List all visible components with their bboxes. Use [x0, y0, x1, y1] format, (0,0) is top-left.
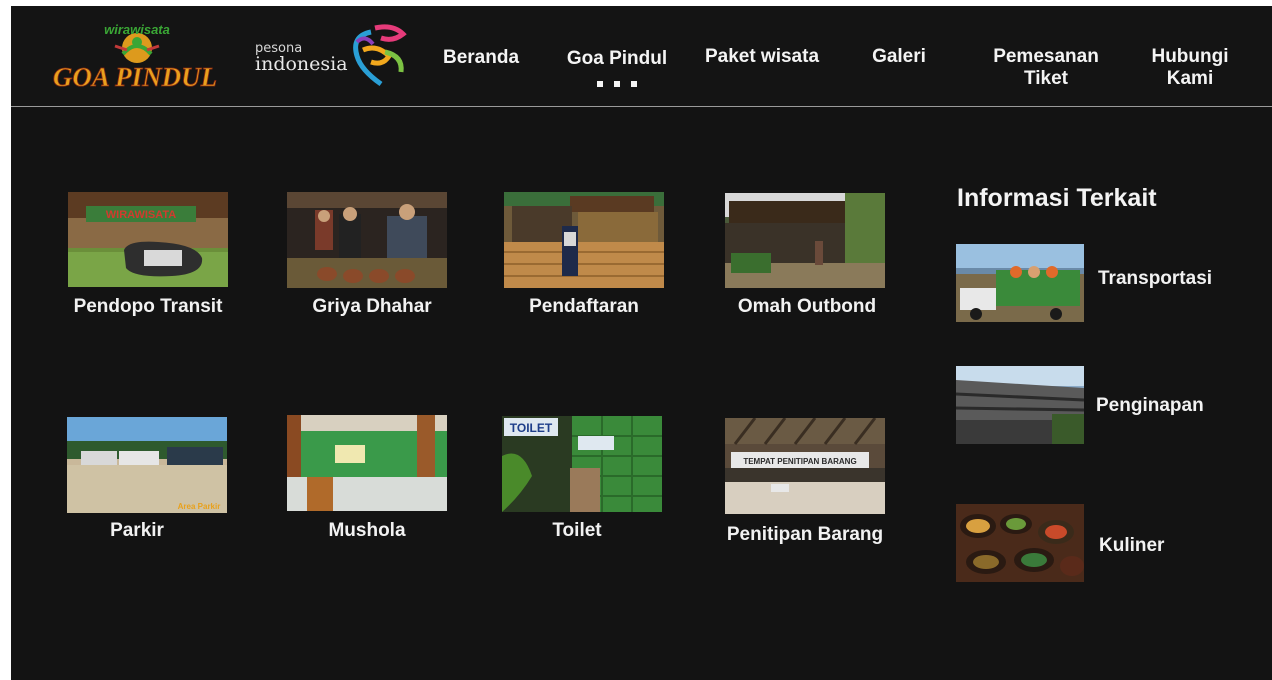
- pendopo-transit-image: WIRAWISATA: [68, 192, 228, 287]
- pendaftaran-image: [504, 192, 664, 288]
- pendopo-transit-photo[interactable]: WIRAWISATA: [68, 192, 228, 287]
- page-frame: wirawisata GOA PINDUL pesona indonesia B…: [11, 6, 1272, 680]
- omah-outbond-image: [725, 193, 885, 288]
- facility-label[interactable]: Griya Dhahar: [287, 296, 457, 318]
- penginapan-photo[interactable]: [956, 366, 1084, 444]
- parkir-photo[interactable]: Area Parkir: [67, 417, 227, 513]
- penitipan-sign-text: TEMPAT PENITIPAN BARANG: [743, 457, 856, 466]
- transportasi-image: [956, 244, 1084, 322]
- nav-hubungi-kami[interactable]: Hubungi Kami: [1135, 46, 1245, 90]
- nav-paket-wisata[interactable]: Paket wisata: [687, 46, 837, 68]
- pesona-indonesia-logo: pesona indonesia: [253, 22, 413, 88]
- logo-main-text: GOA PINDUL: [53, 62, 217, 92]
- mushola-photo[interactable]: [287, 415, 447, 511]
- nav-pemesanan-tiket[interactable]: Pemesanan Tiket: [971, 46, 1121, 90]
- nav-galeri[interactable]: Galeri: [859, 46, 939, 68]
- griya-dhahar-image: [287, 192, 447, 288]
- toilet-sign-text: TOILET: [510, 421, 553, 435]
- active-nav-indicator: [597, 81, 637, 89]
- penginapan-image: [956, 366, 1084, 444]
- facility-label[interactable]: Toilet: [502, 520, 652, 542]
- nav-goa-pindul[interactable]: Goa Pindul: [549, 48, 685, 70]
- facility-label[interactable]: Omah Outbond: [719, 296, 895, 318]
- facility-label[interactable]: Penitipan Barang: [717, 524, 893, 546]
- toilet-photo[interactable]: TOILET: [502, 416, 662, 512]
- kuliner-photo[interactable]: [956, 504, 1084, 582]
- griya-dhahar-photo[interactable]: [287, 192, 447, 288]
- related-item-label[interactable]: Kuliner: [1099, 535, 1164, 557]
- site-header: wirawisata GOA PINDUL pesona indonesia B…: [11, 6, 1272, 107]
- logo-top-text: wirawisata: [104, 22, 170, 37]
- facility-label[interactable]: Mushola: [287, 520, 447, 542]
- parkir-image: Area Parkir: [67, 417, 227, 513]
- goa-pindul-logo[interactable]: wirawisata GOA PINDUL: [51, 20, 221, 92]
- transportasi-photo[interactable]: [956, 244, 1084, 322]
- indonesia-text: indonesia: [255, 53, 348, 75]
- facility-label[interactable]: Parkir: [67, 520, 207, 542]
- facility-label[interactable]: Pendaftaran: [501, 296, 667, 318]
- related-info-title: Informasi Terkait: [957, 184, 1157, 212]
- kuliner-image: [956, 504, 1084, 582]
- penitipan-barang-photo[interactable]: TEMPAT PENITIPAN BARANG: [725, 418, 885, 514]
- parkir-sign-text: Area Parkir: [178, 502, 221, 511]
- facility-label[interactable]: Pendopo Transit: [63, 296, 233, 318]
- related-item-label[interactable]: Transportasi: [1098, 268, 1212, 290]
- mushola-image: [287, 415, 447, 511]
- related-item-label[interactable]: Penginapan: [1096, 395, 1204, 417]
- pendaftaran-photo[interactable]: [504, 192, 664, 288]
- goa-pindul-logo-graphic: wirawisata GOA PINDUL: [52, 22, 217, 92]
- penitipan-barang-image: TEMPAT PENITIPAN BARANG: [725, 418, 885, 514]
- toilet-image: TOILET: [502, 416, 662, 512]
- nav-beranda[interactable]: Beranda: [431, 47, 531, 69]
- pesona-indonesia-logo-graphic: pesona indonesia: [255, 24, 407, 87]
- omah-outbond-photo[interactable]: [725, 193, 885, 288]
- pendopo-sign-text: WIRAWISATA: [106, 209, 177, 221]
